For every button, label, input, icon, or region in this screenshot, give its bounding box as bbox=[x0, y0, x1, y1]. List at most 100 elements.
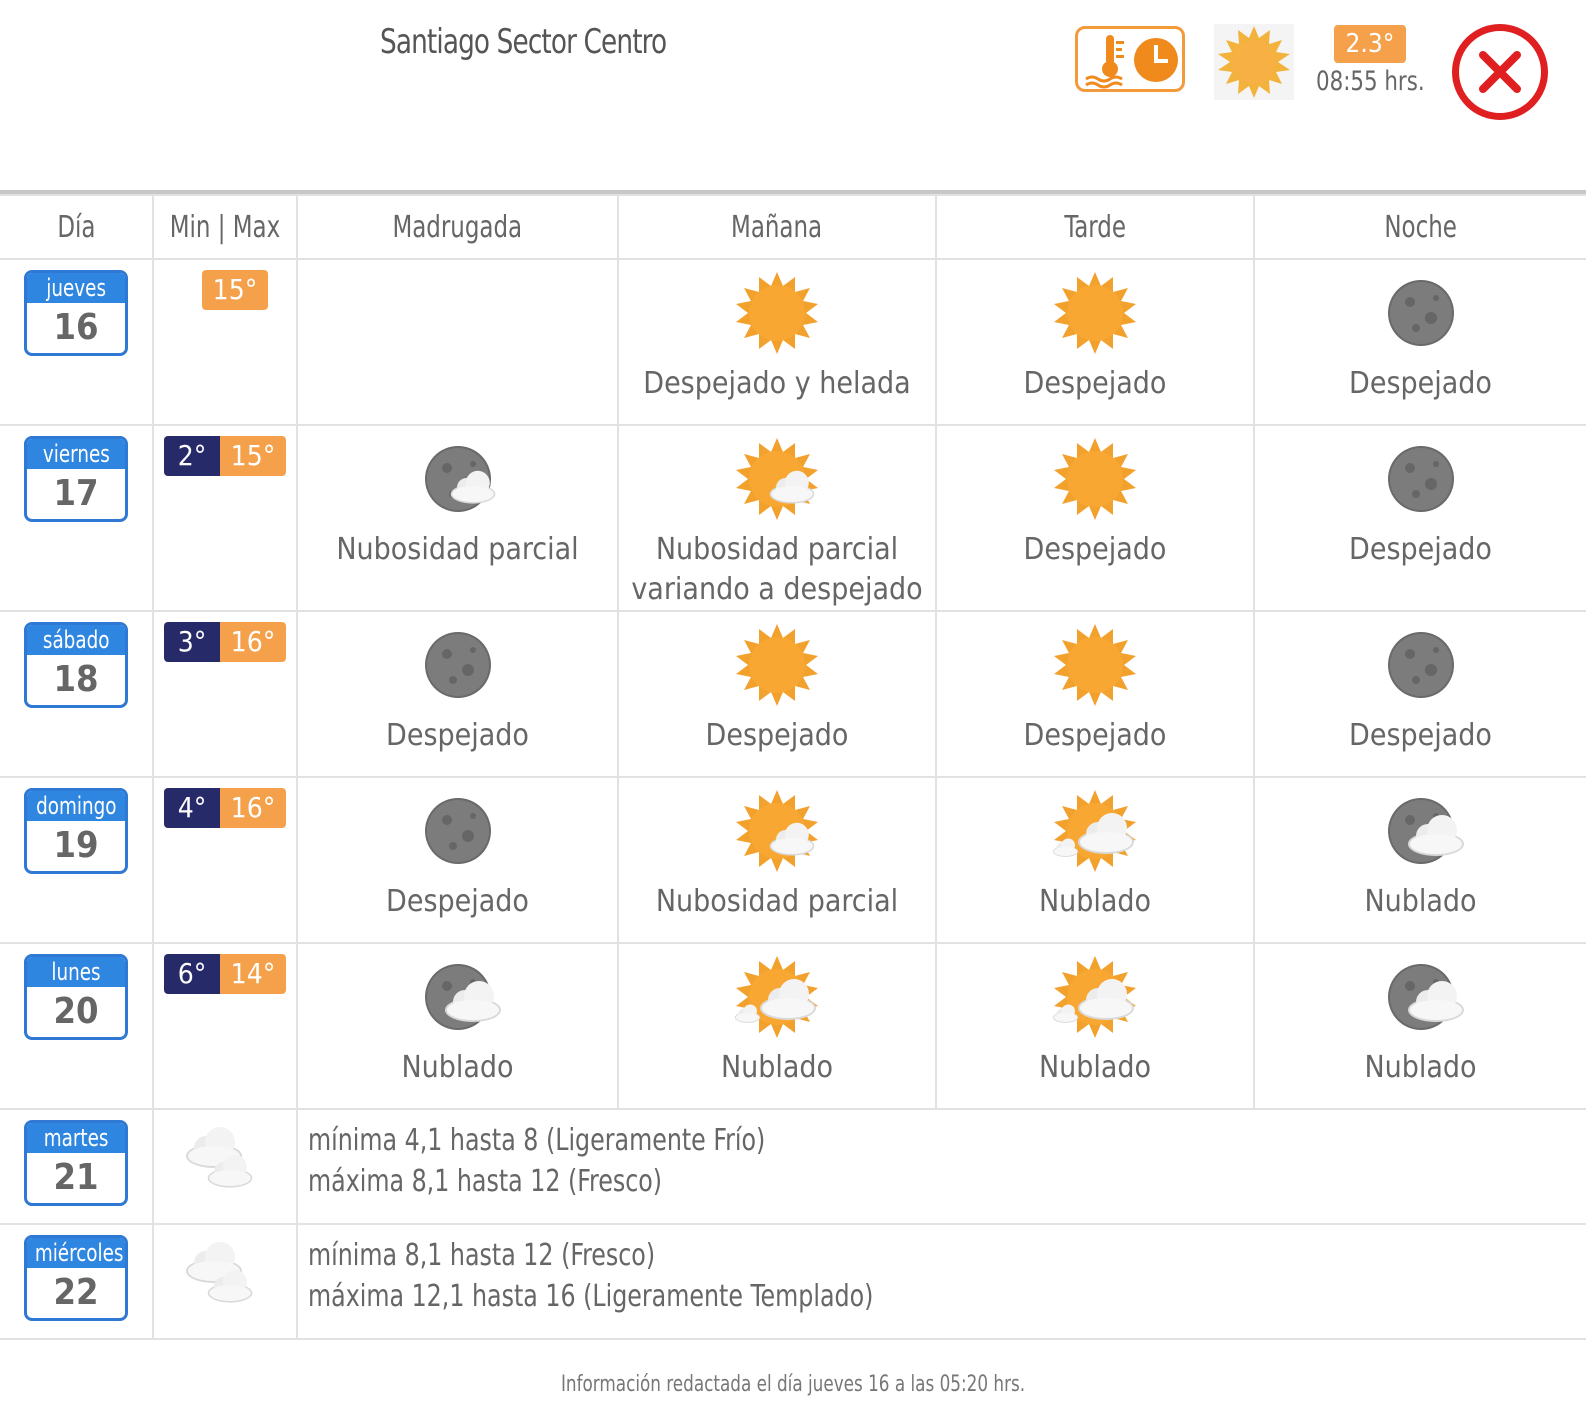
period-cell: Nublado bbox=[296, 942, 619, 1110]
condition-label: Nublado bbox=[1038, 1050, 1152, 1085]
moon-icon bbox=[1255, 268, 1586, 358]
period-cell: Despejado bbox=[1253, 610, 1586, 778]
column-header-noche: Noche bbox=[1253, 194, 1586, 260]
current-temperature-badge: 2.3° bbox=[1334, 25, 1406, 63]
day-badge: viernes 17 bbox=[24, 436, 128, 522]
period-cell: Nubosidad parcial bbox=[296, 424, 619, 612]
period-cell: Nublado bbox=[935, 776, 1255, 944]
sun-icon bbox=[1214, 24, 1294, 100]
min-temp-badge: 4° bbox=[164, 788, 220, 828]
period-cell bbox=[296, 258, 619, 426]
period-cell: Nublado bbox=[935, 942, 1255, 1110]
moon-clouds-icon bbox=[1255, 952, 1586, 1042]
max-temp-badge: 15° bbox=[202, 270, 268, 310]
day-name: domingo bbox=[35, 792, 117, 820]
period-cell: Despejado bbox=[1253, 424, 1586, 612]
header: Santiago Sector Centro 2.3° 08:55 hrs. bbox=[0, 0, 1586, 190]
day-number: 16 bbox=[53, 307, 99, 348]
day-cell: lunes 20 bbox=[0, 942, 154, 1110]
condition-label: Nubosidad parcial bbox=[336, 532, 579, 567]
minmax-cell: 15° bbox=[152, 258, 298, 426]
sun-icon bbox=[619, 268, 935, 358]
sun-cloud-icon bbox=[619, 434, 935, 524]
period-cell: Despejado bbox=[935, 424, 1255, 612]
column-header-day: Día bbox=[0, 194, 154, 260]
condition-label: Despejado y helada bbox=[643, 366, 911, 401]
day-name: jueves bbox=[46, 274, 106, 302]
min-range-text: mínima 4,1 hasta 8 (Ligeramente Frío) bbox=[308, 1123, 766, 1158]
min-temp-badge: 3° bbox=[164, 622, 220, 662]
period-cell: Despejado bbox=[296, 776, 619, 944]
table-row: domingo 19 4° 16° Despejado Nubosidad parcial… bbox=[0, 776, 1586, 944]
min-range-text: mínima 8,1 hasta 12 (Fresco) bbox=[308, 1238, 656, 1273]
day-badge: sábado 18 bbox=[24, 622, 128, 708]
period-cell: Nublado bbox=[617, 942, 937, 1110]
range-cell: mínima 4,1 hasta 8 (Ligeramente Frío) máx… bbox=[296, 1108, 1586, 1225]
day-badge: miércoles 22 bbox=[24, 1235, 128, 1321]
day-cell: martes 21 bbox=[0, 1108, 154, 1225]
moon-icon bbox=[1255, 620, 1586, 710]
moon-icon bbox=[1255, 434, 1586, 524]
max-temp-badge: 16° bbox=[220, 788, 286, 828]
max-range-text: máxima 12,1 hasta 16 (Ligeramente Templa… bbox=[308, 1279, 874, 1314]
day-badge: jueves 16 bbox=[24, 270, 128, 356]
icon-cell bbox=[152, 1108, 298, 1225]
table-row-extended: martes 21 mínima 4,1 hasta 8 (Ligeramente … bbox=[0, 1108, 1586, 1225]
sun-icon bbox=[937, 434, 1253, 524]
sun-clouds-icon bbox=[619, 952, 935, 1042]
day-name: lunes bbox=[51, 958, 101, 986]
close-button[interactable] bbox=[1452, 24, 1548, 120]
period-cell: Despejado bbox=[296, 610, 619, 778]
table-row: jueves 16 15° Despejado y helada Despejado De… bbox=[0, 258, 1586, 426]
period-cell: Nublado bbox=[1253, 776, 1586, 944]
day-cell: jueves 16 bbox=[0, 258, 154, 426]
period-cell: Nubosidad parcial bbox=[617, 776, 937, 944]
period-cell: Nubosidad parcial variando a despejado bbox=[617, 424, 937, 612]
period-cell: Despejado y helada bbox=[617, 258, 937, 426]
thermometer-clock-icon[interactable] bbox=[1075, 26, 1185, 92]
moon-cloud-icon bbox=[298, 434, 617, 524]
day-badge: martes 21 bbox=[24, 1120, 128, 1206]
period-cell: Despejado bbox=[1253, 258, 1586, 426]
max-temp-badge: 14° bbox=[220, 954, 286, 994]
moon-clouds-icon bbox=[298, 952, 617, 1042]
day-badge: domingo 19 bbox=[24, 788, 128, 874]
day-number: 19 bbox=[53, 825, 99, 866]
table-header-row: Día Min | Max Madrugada Mañana Tarde Noc… bbox=[0, 194, 1586, 260]
clouds-icon bbox=[154, 1233, 296, 1323]
day-number: 18 bbox=[53, 659, 99, 700]
day-number: 21 bbox=[53, 1157, 99, 1198]
current-weather-sun-icon bbox=[1218, 26, 1290, 98]
clouds-icon bbox=[154, 1118, 296, 1208]
condition-label: Nublado bbox=[1038, 884, 1152, 919]
max-temp-badge: 16° bbox=[220, 622, 286, 662]
moon-icon bbox=[298, 620, 617, 710]
range-cell: mínima 8,1 hasta 12 (Fresco) máxima 12,1 … bbox=[296, 1223, 1586, 1340]
min-temp-badge: 2° bbox=[164, 436, 220, 476]
column-header-madrugada: Madrugada bbox=[296, 194, 619, 260]
minmax-cell: 6° 14° bbox=[152, 942, 298, 1110]
column-header-tarde: Tarde bbox=[935, 194, 1255, 260]
period-cell: Despejado bbox=[617, 610, 937, 778]
day-number: 20 bbox=[53, 991, 99, 1032]
sun-icon bbox=[619, 620, 935, 710]
sun-clouds-icon bbox=[937, 786, 1253, 876]
max-temp-badge: 15° bbox=[220, 436, 286, 476]
sun-cloud-icon bbox=[619, 786, 935, 876]
forecast-table: Día Min | Max Madrugada Mañana Tarde Noc… bbox=[0, 194, 1586, 1340]
column-header-minmax: Min | Max bbox=[152, 194, 298, 260]
min-temp-badge: 6° bbox=[164, 954, 220, 994]
day-number: 22 bbox=[53, 1272, 99, 1313]
condition-label: Despejado bbox=[1023, 366, 1167, 401]
day-cell: viernes 17 bbox=[0, 424, 154, 612]
footer-note: Información redactada el día jueves 16 a… bbox=[560, 1372, 1026, 1397]
period-cell: Despejado bbox=[935, 610, 1255, 778]
condition-label: Despejado bbox=[386, 884, 529, 919]
condition-label: Despejado bbox=[1349, 532, 1492, 567]
day-cell: miércoles 22 bbox=[0, 1223, 154, 1340]
condition-label: Despejado bbox=[1023, 532, 1167, 567]
period-cell: Despejado bbox=[935, 258, 1255, 426]
day-name: viernes bbox=[42, 440, 110, 468]
minmax-cell: 3° 16° bbox=[152, 610, 298, 778]
day-name: sábado bbox=[42, 626, 110, 654]
